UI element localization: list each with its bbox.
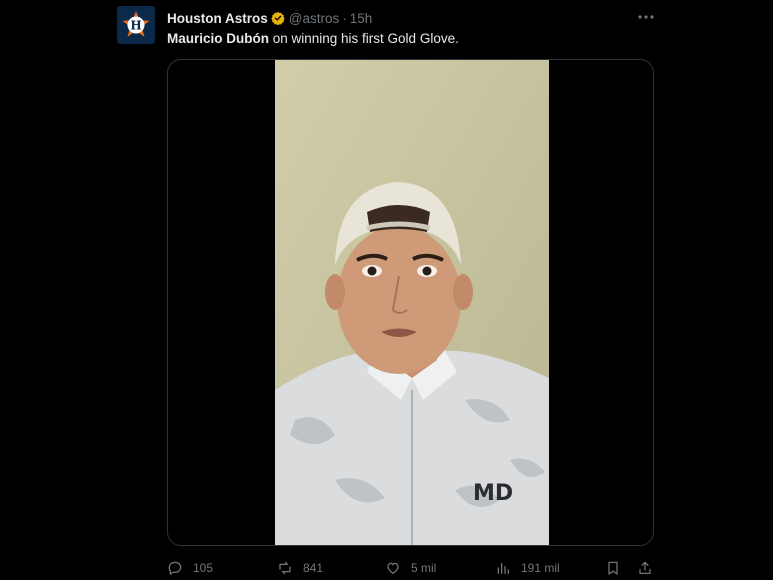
bookmark-icon <box>608 561 618 575</box>
tweet-text-body: on winning his first Gold Glove. <box>269 31 459 46</box>
reply-icon <box>168 561 182 576</box>
svg-text:H: H <box>130 19 141 33</box>
bookmark-button[interactable] <box>605 558 621 578</box>
like-count: 5 mil <box>411 561 437 575</box>
view-count: 191 mil <box>521 561 560 575</box>
reply-count: 105 <box>193 561 214 575</box>
verified-badge-icon <box>270 11 285 25</box>
views-button[interactable]: 191 mil <box>495 558 560 578</box>
author-handle[interactable]: @astros <box>289 11 339 26</box>
share-icon <box>639 561 651 574</box>
like-button[interactable]: 5 mil <box>385 558 436 578</box>
video-still-illustration: MD <box>275 60 549 545</box>
reply-button[interactable]: 105 <box>167 558 213 578</box>
tweet-text-mention: Mauricio Dubón <box>167 31 269 46</box>
share-button[interactable] <box>637 558 653 578</box>
repost-count: 841 <box>303 561 324 575</box>
astros-logo-icon[interactable]: H <box>117 6 155 44</box>
tweet-header: Houston Astros @astros · 15h <box>167 9 372 27</box>
video-player[interactable]: MD <box>167 59 654 546</box>
author-name[interactable]: Houston Astros <box>167 11 268 26</box>
repost-icon <box>279 561 291 575</box>
shirt-logo-text: MD <box>473 481 513 506</box>
tweet-timestamp[interactable]: 15h <box>350 11 373 26</box>
like-icon <box>387 562 399 575</box>
views-icon <box>497 562 509 574</box>
tweet-actions-bar: 105 841 5 mil 191 mil <box>167 558 657 578</box>
repost-button[interactable]: 841 <box>277 558 323 578</box>
header-separator: · <box>342 10 347 26</box>
video-frame[interactable]: MD <box>275 60 549 545</box>
tweet: H Houston Astros @astros · 15h Mauricio … <box>0 0 773 580</box>
tweet-text: Mauricio Dubón on winning his first Gold… <box>167 30 459 48</box>
more-options-icon[interactable] <box>637 8 655 26</box>
